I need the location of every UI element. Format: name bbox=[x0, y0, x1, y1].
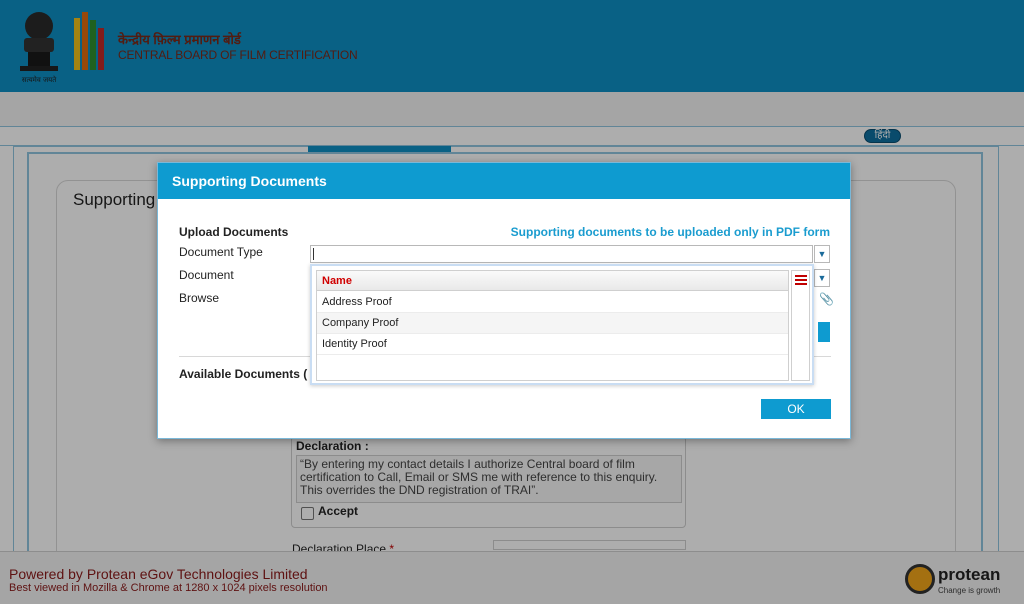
grid-table: Name Address Proof Company Proof Identit… bbox=[316, 270, 789, 381]
column-menu-icon[interactable] bbox=[795, 275, 807, 286]
grid-column-name: Name bbox=[322, 275, 352, 287]
pdf-note: Supporting documents to be uploaded only… bbox=[510, 225, 830, 239]
grid-row-address-proof[interactable]: Address Proof bbox=[317, 292, 788, 313]
ok-button[interactable]: OK bbox=[761, 399, 831, 419]
document-type-dropdown-grid: Name Address Proof Company Proof Identit… bbox=[310, 264, 814, 385]
available-documents-label: Available Documents ( bbox=[179, 367, 308, 381]
document-dropdown-button[interactable]: ▼ bbox=[814, 269, 830, 287]
document-type-dropdown-button[interactable]: ▼ bbox=[814, 245, 830, 263]
browse-label: Browse bbox=[179, 291, 220, 305]
upload-button[interactable] bbox=[818, 322, 830, 342]
document-type-select[interactable] bbox=[310, 245, 813, 263]
modal-header: Supporting Documents bbox=[158, 163, 850, 199]
text-caret bbox=[313, 248, 314, 260]
grid-row-company-proof[interactable]: Company Proof bbox=[317, 313, 788, 334]
document-label: Document bbox=[179, 268, 234, 282]
paperclip-icon[interactable]: 📎 bbox=[819, 292, 834, 308]
modal-title: Supporting Documents bbox=[172, 173, 327, 189]
grid-scrollbar[interactable] bbox=[791, 270, 810, 381]
grid-row-identity-proof[interactable]: Identity Proof bbox=[317, 334, 788, 355]
grid-header: Name bbox=[317, 271, 788, 291]
upload-documents-heading: Upload Documents bbox=[179, 225, 289, 239]
document-type-label: Document Type bbox=[179, 245, 263, 259]
